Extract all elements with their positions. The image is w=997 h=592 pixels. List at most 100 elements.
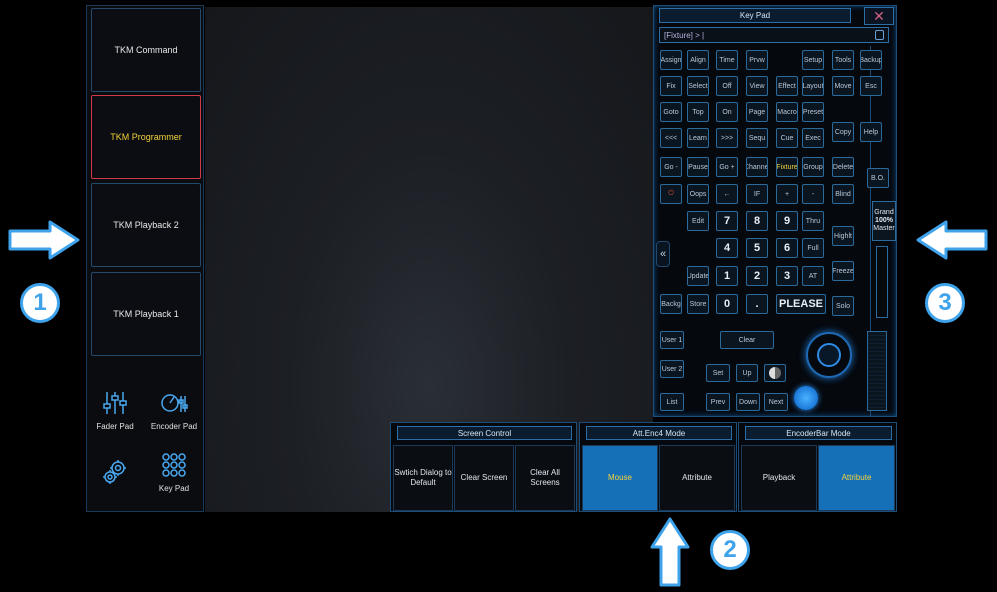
key-effect-button[interactable]: Effect xyxy=(776,76,798,96)
key--button[interactable]: + xyxy=(776,184,798,204)
key-fix-button[interactable]: Fix xyxy=(660,76,682,96)
key-b-o-button[interactable]: B.O. xyxy=(867,168,889,188)
key-if-button[interactable]: IF xyxy=(746,184,768,204)
key-2-button[interactable]: 2 xyxy=(746,266,768,286)
key-go-button[interactable]: Go + xyxy=(716,157,738,177)
key-9-button[interactable]: 9 xyxy=(776,211,798,231)
key-select-button[interactable]: Select xyxy=(687,76,709,96)
key--button[interactable]: . xyxy=(746,294,768,314)
key-5-button[interactable]: 5 xyxy=(746,238,768,258)
key-fixture-button[interactable]: Fixture xyxy=(776,157,798,177)
close-button[interactable]: ✕ xyxy=(864,7,894,25)
key-update-button[interactable]: Update xyxy=(687,266,709,286)
user-2-button[interactable]: User 2 xyxy=(660,360,684,378)
encoderbar-attribute-button[interactable]: Attribute xyxy=(818,445,895,511)
command-line-input[interactable]: [Fixture] > | xyxy=(659,27,889,43)
key-store-button[interactable]: Store xyxy=(687,294,709,314)
key-backg-button[interactable]: Backg xyxy=(660,294,682,314)
key--button[interactable]: ← xyxy=(716,184,738,204)
key-time-button[interactable]: Time xyxy=(716,50,738,70)
key-0-button[interactable]: 0 xyxy=(716,294,738,314)
key-prvw-button[interactable]: Prvw xyxy=(746,50,768,70)
attribute-mode-button[interactable]: Attribute xyxy=(659,445,735,511)
key-learn-button[interactable]: Learn xyxy=(687,128,709,148)
mouse-mode-button[interactable]: Mouse xyxy=(582,445,658,511)
key-align-button[interactable]: Align xyxy=(687,50,709,70)
clear-screen-button[interactable]: Clear Screen xyxy=(454,445,514,511)
fader-pad-button[interactable]: Fader Pad xyxy=(87,390,143,431)
key-top-button[interactable]: Top xyxy=(687,102,709,122)
key-8-button[interactable]: 8 xyxy=(746,211,768,231)
key-solo-button[interactable]: Solo xyxy=(832,296,854,316)
key-pad-button[interactable]: Key Pad xyxy=(145,452,203,493)
user-1-button[interactable]: User 1 xyxy=(660,331,684,349)
key-edit-button[interactable]: Edit xyxy=(687,211,709,231)
clear-all-screens-button[interactable]: Clear All Screens xyxy=(515,445,575,511)
down-button[interactable]: Down xyxy=(736,393,760,411)
key-page-button[interactable]: Page xyxy=(746,102,768,122)
key-group-button[interactable]: Group xyxy=(802,157,824,177)
key-delete-button[interactable]: Delete xyxy=(832,157,854,177)
key-help-button[interactable]: Help xyxy=(860,122,882,142)
prev-button[interactable]: Prev xyxy=(706,393,730,411)
fader-track[interactable] xyxy=(867,331,887,411)
playback-mode-button[interactable]: Playback xyxy=(741,445,817,511)
tkm-command-button[interactable]: TKM Command xyxy=(91,8,201,92)
settings-button[interactable] xyxy=(87,456,143,486)
key-tools-button[interactable]: Tools xyxy=(832,50,854,70)
key-cue-button[interactable]: Cue xyxy=(776,128,798,148)
key-full-button[interactable]: Full xyxy=(802,238,824,258)
key-at-button[interactable]: AT xyxy=(802,266,824,286)
key-3-button[interactable]: 3 xyxy=(776,266,798,286)
key-highlt-button[interactable]: Highlt xyxy=(832,226,854,246)
key-6-button[interactable]: 6 xyxy=(776,238,798,258)
key-go-button[interactable]: Go - xyxy=(660,157,682,177)
key-7-button[interactable]: 7 xyxy=(716,211,738,231)
key-macro-button[interactable]: Macro xyxy=(776,102,798,122)
key-esc-button[interactable]: Esc xyxy=(860,76,882,96)
key--button[interactable]: ⏻ xyxy=(660,184,682,204)
key-oops-button[interactable]: Oops xyxy=(687,184,709,204)
set-button[interactable]: Set xyxy=(706,364,730,382)
tkm-playback-1-button[interactable]: TKM Playback 1 xyxy=(91,272,201,356)
key-please-button[interactable]: PLEASE xyxy=(776,294,826,314)
key--button[interactable]: - xyxy=(802,184,824,204)
key-exec-button[interactable]: Exec xyxy=(802,128,824,148)
key-setup-button[interactable]: Setup xyxy=(802,50,824,70)
encoder-wheel[interactable] xyxy=(806,332,852,378)
key-freeze-button[interactable]: Freeze xyxy=(832,261,854,281)
clear-button[interactable]: Clear xyxy=(720,331,774,349)
up-button[interactable]: Up xyxy=(736,364,758,382)
key-goto-button[interactable]: Goto xyxy=(660,102,682,122)
toggle-button[interactable] xyxy=(764,364,786,382)
key-on-button[interactable]: On xyxy=(716,102,738,122)
tkm-programmer-button[interactable]: TKM Programmer xyxy=(91,95,201,179)
key-backup-button[interactable]: Backup xyxy=(860,50,882,70)
key-layout-button[interactable]: Layout xyxy=(802,76,824,96)
key--button[interactable]: >>> xyxy=(716,128,738,148)
key-assign-button[interactable]: Assign xyxy=(660,50,682,70)
key-copy-button[interactable]: Copy xyxy=(832,122,854,142)
encoder-pad-button[interactable]: Encoder Pad xyxy=(145,390,203,431)
key-channel-button[interactable]: Channel xyxy=(746,157,768,177)
collapse-button[interactable]: « xyxy=(656,241,670,267)
switch-dialog-button[interactable]: Swtich Dialog to Default xyxy=(393,445,453,511)
list-button[interactable]: List xyxy=(660,393,684,411)
key-sequ-button[interactable]: Sequ xyxy=(746,128,768,148)
next-button[interactable]: Next xyxy=(764,393,788,411)
lock-icon[interactable] xyxy=(875,30,884,40)
key-thru-button[interactable]: Thru xyxy=(802,211,824,231)
tkm-playback-2-button[interactable]: TKM Playback 2 xyxy=(91,183,201,267)
key-off-button[interactable]: Off xyxy=(716,76,738,96)
key-1-button[interactable]: 1 xyxy=(716,266,738,286)
encoder-dot-button[interactable] xyxy=(794,386,818,410)
grand-master-button[interactable]: Grand 100% Master xyxy=(872,201,896,241)
key-preset-button[interactable]: Preset xyxy=(802,102,824,122)
key-move-button[interactable]: Move xyxy=(832,76,854,96)
key-blind-button[interactable]: Blind xyxy=(832,184,854,204)
key--button[interactable]: <<< xyxy=(660,128,682,148)
key-4-button[interactable]: 4 xyxy=(716,238,738,258)
key-pause-button[interactable]: Pause xyxy=(687,157,709,177)
grand-master-slider[interactable] xyxy=(876,246,888,318)
key-view-button[interactable]: View xyxy=(746,76,768,96)
